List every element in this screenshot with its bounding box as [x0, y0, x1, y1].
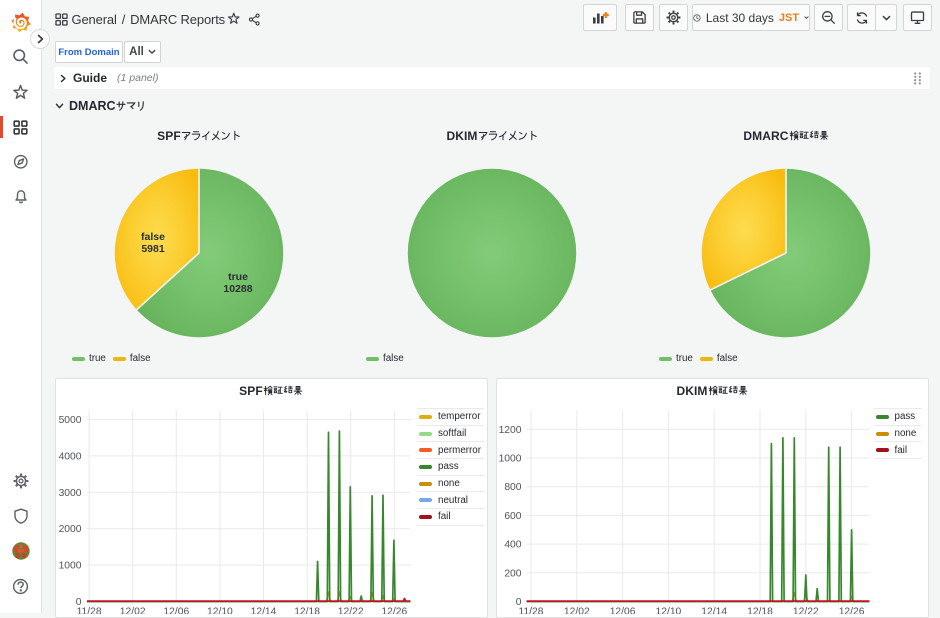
svg-text:1200: 1200	[498, 424, 521, 435]
svg-text:11/28: 11/28	[76, 606, 101, 614]
svg-text:12/10: 12/10	[655, 606, 681, 614]
svg-text:5000: 5000	[58, 415, 81, 426]
svg-text:12/06: 12/06	[163, 606, 189, 614]
svg-text:400: 400	[504, 539, 521, 550]
svg-text:12/02: 12/02	[119, 606, 145, 614]
svg-text:12/06: 12/06	[609, 606, 635, 614]
svg-text:12/26: 12/26	[838, 606, 864, 614]
svg-text:600: 600	[504, 510, 521, 521]
svg-text:4000: 4000	[58, 451, 81, 462]
svg-text:12/26: 12/26	[381, 606, 407, 614]
svg-text:800: 800	[504, 482, 521, 493]
svg-text:12/18: 12/18	[747, 606, 773, 614]
svg-text:11/28: 11/28	[518, 606, 543, 614]
svg-text:12/14: 12/14	[250, 606, 276, 614]
svg-text:1000: 1000	[58, 560, 81, 571]
svg-text:1000: 1000	[498, 453, 521, 464]
svg-text:12/10: 12/10	[207, 606, 233, 614]
svg-text:3000: 3000	[58, 487, 81, 498]
svg-text:12/18: 12/18	[294, 606, 320, 614]
svg-text:200: 200	[504, 568, 521, 579]
svg-text:2000: 2000	[58, 524, 81, 535]
svg-text:12/14: 12/14	[701, 606, 727, 614]
svg-text:12/22: 12/22	[337, 606, 363, 614]
svg-text:12/02: 12/02	[563, 606, 589, 614]
svg-text:12/22: 12/22	[792, 606, 818, 614]
